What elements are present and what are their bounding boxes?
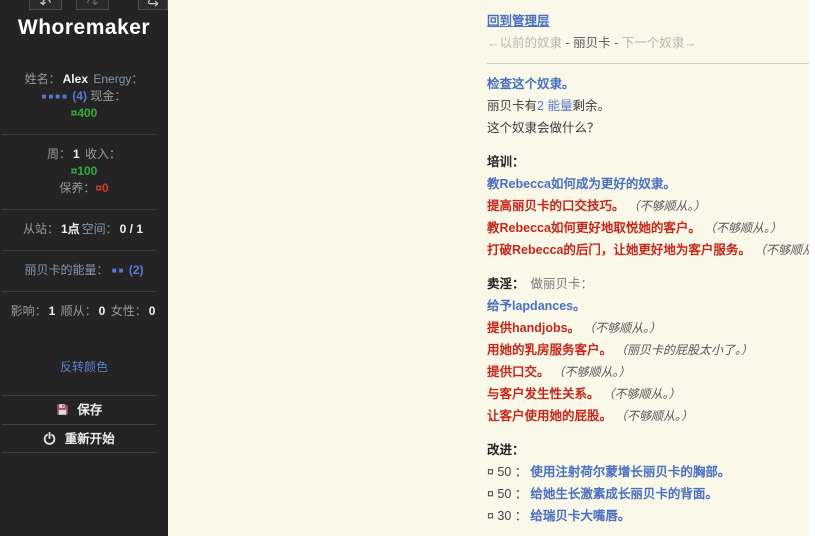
cash-label: 现金：	[90, 89, 126, 103]
locked-reason: （不够顺从。）	[589, 321, 661, 335]
training-heading: 培训：	[487, 151, 809, 173]
improvement-cost: ¤ 30 ：	[487, 509, 527, 523]
improvement-link[interactable]: 给她生长激素成长丽贝卡的背面。	[530, 487, 718, 501]
sidebar: ↶ ↷ ↪ Whoremaker 姓名：Alex Energy： ■■■■ (4…	[0, 0, 168, 536]
divider	[2, 209, 156, 210]
upkeep-value: ¤0	[95, 181, 108, 195]
player-stats: 姓名：Alex Energy： ■■■■ (4) 现金： ¤400	[0, 62, 168, 132]
totals-stats: 影响：1 顺从：0 女性：0	[0, 294, 168, 330]
passage-content: 回到管理层 ←以前的奴隶 - 丽贝卡 - 下一个奴隶→ 检查这个奴隶。 丽贝卡有…	[487, 10, 809, 536]
cash-value: ¤400	[71, 106, 98, 120]
whoring-action-locked: 让客户使用她的屁股。	[487, 409, 612, 423]
influence-value: 1	[49, 304, 56, 318]
whoring-action-locked: 用她的乳房服务客户。	[487, 343, 612, 357]
upkeep-label: 保养：	[59, 181, 95, 195]
inspect-slave-link[interactable]: 检查这个奴隶。	[487, 77, 575, 91]
whoring-action-available[interactable]: 给予lapdances。	[487, 299, 586, 313]
whoring-action-locked: 与客户发生性关系。	[487, 387, 600, 401]
divider	[2, 291, 156, 292]
forward-arrow-icon: ↪	[147, 0, 159, 11]
influence-label: 影响：	[11, 304, 47, 318]
history-nav: ↶ ↷ ↪	[0, 0, 168, 11]
whoring-action-locked: 提供口交。	[487, 365, 550, 379]
scrollbar-track[interactable]	[809, 0, 815, 536]
improvement-cost: ¤ 50 ：	[487, 465, 527, 479]
power-icon	[43, 427, 56, 456]
slave-energy-stats: 丽贝卡的能量： ■■ (2)	[0, 253, 168, 289]
energy-line-pre: 丽贝卡有	[487, 99, 537, 113]
energy-line-post: 剩余。	[572, 99, 610, 113]
restart-button[interactable]: 重新开始	[2, 424, 156, 453]
energy-squares: ■■■■	[42, 92, 69, 101]
girls-value: 0	[149, 304, 156, 318]
improvement-cost: ¤ 50 ：	[487, 487, 527, 501]
income-label: 收入：	[85, 147, 121, 161]
slave-energy-squares: ■■	[112, 266, 126, 275]
training-action-locked: 提高丽贝卡的口交技巧。	[487, 199, 625, 213]
locked-reason: （不够顺从。）	[609, 387, 681, 401]
locked-reason: （丽贝卡的屁股太小了。）	[621, 343, 753, 357]
save-label: 保存	[77, 403, 102, 417]
divider	[2, 250, 156, 251]
restart-label: 重新开始	[65, 432, 115, 446]
slave-switcher: ←以前的奴隶 - 丽贝卡 - 下一个奴隶→	[487, 32, 809, 54]
invert-colors-link[interactable]: 反转颜色	[60, 360, 108, 374]
name-label: 姓名：	[25, 72, 61, 86]
girls-label: 女性：	[111, 304, 147, 318]
training-action-available[interactable]: 教Rebecca如何成为更好的奴隶。	[487, 177, 676, 191]
whoring-subheading: 做丽贝卡：	[531, 277, 594, 291]
space-label: 空间：	[82, 222, 118, 236]
slave-energy-count: (2)	[129, 263, 144, 277]
energy-count: (4)	[72, 89, 87, 103]
whoring-action-locked: 提供handjobs。	[487, 321, 580, 335]
divider	[2, 134, 156, 135]
week-label: 周：	[47, 147, 71, 161]
week-stats: 周：1 收入： ¤100 保养：¤0	[0, 137, 168, 207]
training-action-locked: 打破Rebecca的后门，让她更好地为客户服务。	[487, 243, 751, 257]
slave-energy-label: 丽贝卡的能量：	[24, 263, 108, 277]
save-button[interactable]: 保存	[2, 395, 156, 424]
locked-reason: （不够顺从。）	[760, 243, 815, 257]
space-value: 0 / 1	[120, 222, 143, 236]
app-title: Whoremaker	[0, 16, 168, 40]
week-value: 1	[73, 147, 80, 161]
locked-reason: （不够顺从。）	[621, 409, 693, 423]
obedience-label: 顺从：	[61, 304, 97, 318]
back-arrow-icon: ↶	[40, 0, 52, 11]
improvement-link[interactable]: 使用注射荷尔蒙增长丽贝卡的胸部。	[530, 465, 730, 479]
history-forward-button[interactable]: ↪	[138, 0, 168, 10]
training-action-locked: 教Rebecca如何更好地取悦她的客户。	[487, 221, 701, 235]
locked-reason: （不够顺从。）	[710, 221, 782, 235]
whoring-heading-label: 卖淫：	[487, 277, 525, 291]
whoring-heading: 卖淫： 做丽贝卡：	[487, 273, 809, 295]
floppy-disk-icon	[56, 398, 69, 427]
question-line: 这个奴隶会做什么？	[487, 117, 809, 139]
jump-arrow-icon: ↷	[87, 0, 99, 11]
energy-label: Energy：	[93, 72, 143, 86]
obedience-value: 0	[99, 304, 106, 318]
slave-energy-line: 丽贝卡有2 能量剩余。	[487, 95, 809, 117]
income-value: ¤100	[71, 164, 98, 178]
improvements-heading: 改进：	[487, 439, 809, 461]
locked-reason: （不够顺从。）	[559, 365, 631, 379]
stalls-label: 从站：	[23, 222, 59, 236]
back-to-management-link[interactable]: 回到管理层	[487, 14, 550, 28]
prev-slave-link-disabled: ←以前的奴隶	[487, 36, 562, 50]
divider	[487, 63, 809, 64]
history-jump-button[interactable]: ↷	[76, 0, 109, 10]
stall-stats: 从站：1点空间：0 / 1	[0, 212, 168, 248]
current-slave-name: - 丽贝卡 -	[562, 36, 622, 50]
stalls-value: 1点	[61, 222, 80, 236]
locked-reason: （不够顺从。）	[634, 199, 706, 213]
history-back-button[interactable]: ↶	[29, 0, 62, 10]
next-slave-link-disabled: 下一个奴隶→	[622, 36, 697, 50]
improvement-link[interactable]: 给瑞贝卡大嘴唇。	[530, 509, 630, 523]
name-value: Alex	[63, 72, 88, 86]
energy-line-value: 2 能量	[537, 99, 572, 113]
ui-bar-menu: 保存 重新开始	[2, 395, 156, 453]
